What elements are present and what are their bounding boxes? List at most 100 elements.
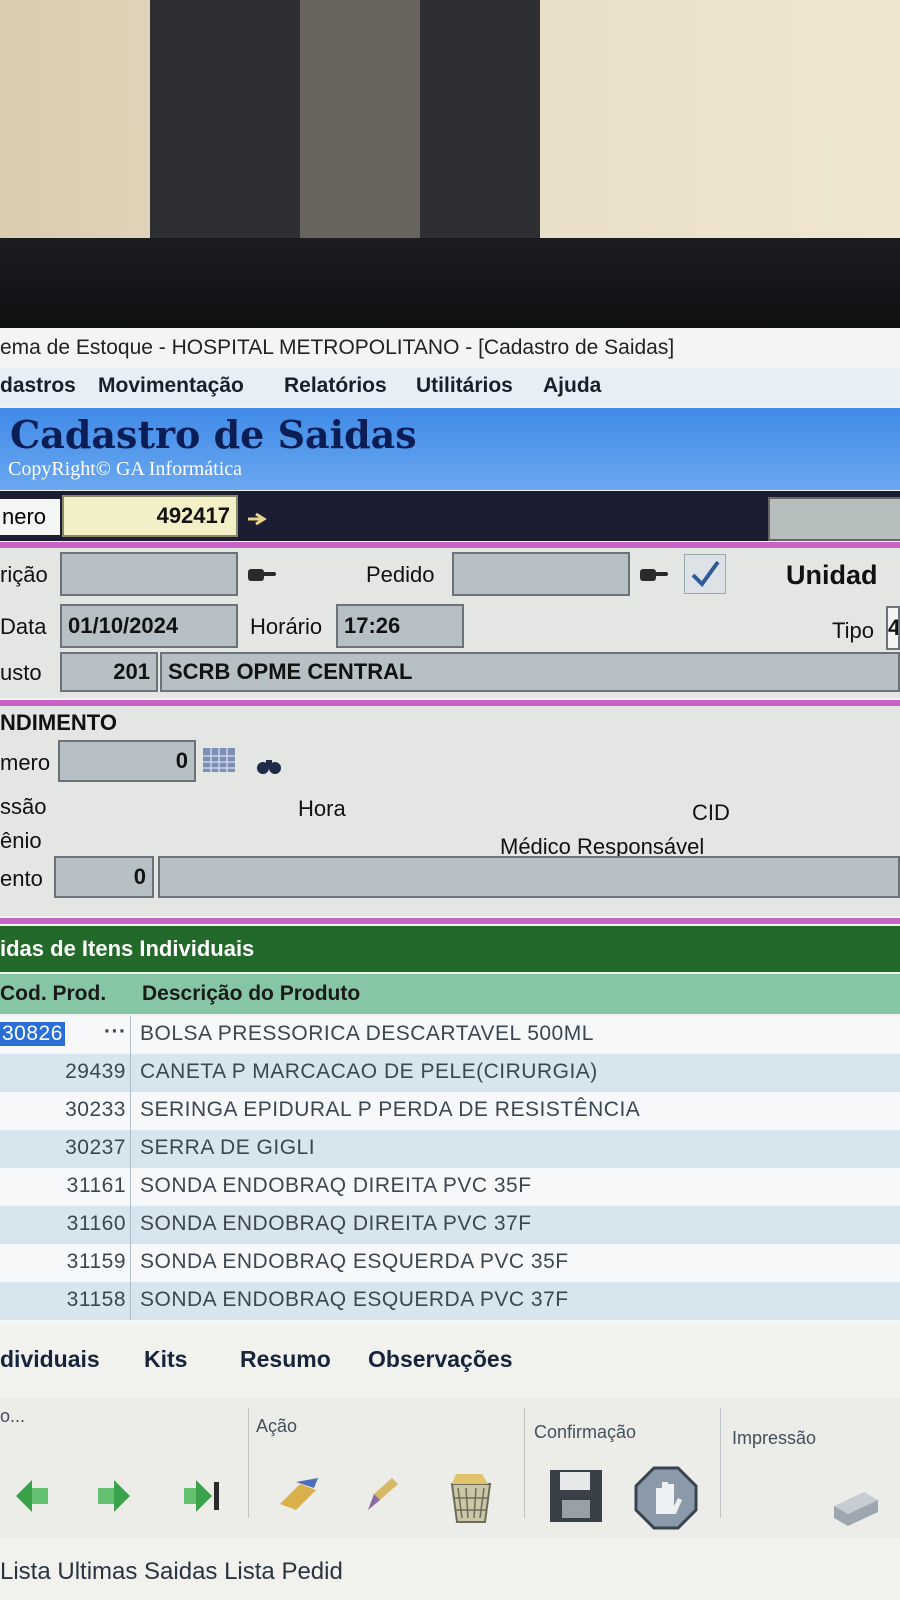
group-divider (720, 1408, 721, 1518)
impressao-group-label: Impressão (732, 1428, 817, 1448)
acao-group-label: Ação (256, 1416, 298, 1436)
table-row[interactable]: 31158 SONDA ENDOBRAQ ESQUERDA PVC 37F (0, 1282, 900, 1320)
pedido-label: Pedido (366, 562, 435, 587)
save-floppy-icon[interactable] (548, 1468, 604, 1524)
table-row[interactable]: 31159 SONDA ENDOBRAQ ESQUERDA PVC 35F (0, 1244, 900, 1282)
table-row[interactable]: 30237 SERRA DE GIGLI (0, 1130, 900, 1168)
tipo-label: Tipo (832, 618, 874, 643)
printer-icon[interactable] (828, 1486, 882, 1530)
product-description: SERRA DE GIGLI (140, 1136, 316, 1159)
cancel-stop-hand-icon[interactable] (634, 1466, 698, 1530)
tab-observacoes[interactable]: Observações (368, 1346, 512, 1373)
tab-kits[interactable]: Kits (144, 1346, 187, 1373)
procedimento-code-field[interactable]: 0 (54, 856, 154, 898)
next-arrow-icon[interactable] (94, 1476, 134, 1516)
numero-field[interactable]: 492417 (62, 495, 238, 537)
product-code: 30826 (0, 1022, 65, 1046)
form-title: Cadastro de Saidas (10, 412, 417, 457)
product-code: 31158 (66, 1288, 126, 1311)
action-toolbar: o... Ação Confirmação Impressão (0, 1398, 900, 1538)
table-row[interactable]: 30233 SERINGA EPIDURAL P PERDA DE RESISTÊ… (0, 1092, 900, 1130)
product-description: CANETA P MARCACAO DE PELE(CIRURGIA) (140, 1060, 598, 1083)
calendar-icon[interactable] (202, 746, 236, 774)
data-label: Data (0, 614, 47, 639)
table-row[interactable]: ··· 30826 BOLSA PRESSORICA DESCARTAVEL 500… (0, 1016, 900, 1054)
admissao-label: ssão (0, 794, 47, 819)
product-code: 30233 (65, 1098, 126, 1121)
ellipsis-button[interactable]: ··· (104, 1020, 126, 1044)
requisicao-label: rição (0, 562, 48, 587)
hora-label: Hora (298, 796, 346, 821)
group-divider (248, 1408, 249, 1518)
procedimento-label: ento (0, 866, 43, 891)
unidade-label: Unidad (786, 560, 878, 590)
column-header-description[interactable]: Descrição do Produto (142, 982, 360, 1006)
menu-cadastros[interactable]: dastros (0, 374, 76, 398)
pedido-field[interactable] (452, 552, 630, 596)
product-description: SONDA ENDOBRAQ DIREITA PVC 35F (140, 1174, 532, 1197)
application-window: ema de Estoque - HOSPITAL METROPOLITANO … (0, 328, 900, 1600)
menu-movimentacao[interactable]: Movimentação (98, 374, 244, 398)
navegacao-group-label: o... (0, 1406, 26, 1426)
copyright-text: CopyRight© GA Informática (8, 458, 243, 480)
cid-label: CID (692, 800, 730, 825)
menu-relatorios[interactable]: Relatórios (284, 374, 387, 398)
monitor-bezel (0, 238, 900, 330)
atendimento-panel: NDIMENTO mero 0 ssão Hora CID ênio Médic… (0, 706, 900, 916)
group-divider (524, 1408, 525, 1518)
horario-field[interactable]: 17:26 (336, 604, 464, 648)
custo-label: usto (0, 660, 42, 685)
product-description: BOLSA PRESSORICA DESCARTAVEL 500ML (140, 1022, 594, 1045)
tipo-field[interactable]: 4 (886, 606, 900, 650)
pointing-hand-icon[interactable] (246, 564, 278, 586)
window-title: ema de Estoque - HOSPITAL METROPOLITANO … (0, 328, 900, 368)
pointing-hand-icon[interactable] (638, 564, 670, 586)
tab-resumo[interactable]: Resumo (240, 1346, 331, 1373)
product-code: 31161 (66, 1174, 126, 1197)
trash-bin-icon[interactable] (444, 1468, 498, 1526)
menu-utilitarios[interactable]: Utilitários (416, 374, 513, 398)
pointing-hand-icon[interactable] (246, 511, 272, 527)
product-description: SONDA ENDOBRAQ DIREITA PVC 37F (140, 1212, 532, 1235)
horario-label: Horário (250, 614, 323, 639)
confirmacao-group-label: Confirmação (534, 1422, 637, 1442)
numero-aux-field[interactable] (768, 497, 900, 541)
requisicao-field[interactable] (60, 552, 238, 596)
product-description: SONDA ENDOBRAQ ESQUERDA PVC 35F (140, 1250, 569, 1273)
pencil-icon[interactable] (360, 1474, 400, 1518)
check-icon[interactable] (684, 554, 726, 594)
saida-details-panel: rição Pedido Unidad Data 01/10/2024 Horá… (0, 548, 900, 698)
menu-bar: dastros Movimentação Relatórios Utilitár… (0, 368, 900, 406)
product-code: 30237 (65, 1136, 126, 1159)
edit-folder-icon[interactable] (276, 1474, 324, 1514)
product-code: 31159 (66, 1250, 126, 1273)
section-separator (0, 918, 900, 924)
tab-strip: dividuais Kits Resumo Observações (0, 1346, 900, 1386)
numero-label: nero (0, 499, 60, 535)
items-section-title: idas de Itens Individuais (0, 926, 900, 972)
product-description: SERINGA EPIDURAL P PERDA DE RESISTÊNCIA (140, 1098, 641, 1121)
column-header-code[interactable]: Cod. Prod. (0, 982, 106, 1006)
table-row[interactable]: 31161 SONDA ENDOBRAQ DIREITA PVC 35F (0, 1168, 900, 1206)
atendimento-numero-label: mero (0, 750, 51, 775)
tab-individuais[interactable]: dividuais (0, 1346, 100, 1373)
bottom-links[interactable]: Lista Ultimas Saidas Lista Pedid (0, 1558, 343, 1586)
atendimento-section-label: NDIMENTO (0, 710, 117, 735)
table-row[interactable]: 31160 SONDA ENDOBRAQ DIREITA PVC 37F (0, 1206, 900, 1244)
last-record-icon[interactable] (182, 1476, 226, 1516)
procedimento-desc-field (158, 856, 900, 898)
numero-bar: nero 492417 (0, 491, 900, 541)
convenio-label: ênio (0, 828, 42, 853)
product-description: SONDA ENDOBRAQ ESQUERDA PVC 37F (140, 1288, 569, 1311)
product-code: 31160 (66, 1212, 126, 1235)
table-row[interactable]: 29439 CANETA P MARCACAO DE PELE(CIRURGIA) (0, 1054, 900, 1092)
form-header: Cadastro de Saidas CopyRight© GA Informá… (0, 408, 900, 490)
binoculars-icon[interactable] (256, 756, 282, 776)
monitor-stand-highlight (300, 0, 420, 240)
menu-ajuda[interactable]: Ajuda (543, 374, 601, 398)
previous-arrow-icon[interactable] (12, 1476, 52, 1516)
data-field[interactable]: 01/10/2024 (60, 604, 238, 648)
atendimento-numero-field[interactable]: 0 (58, 740, 196, 782)
custo-code-field[interactable]: 201 (60, 652, 158, 692)
items-column-header: Cod. Prod. Descrição do Produto (0, 974, 900, 1014)
